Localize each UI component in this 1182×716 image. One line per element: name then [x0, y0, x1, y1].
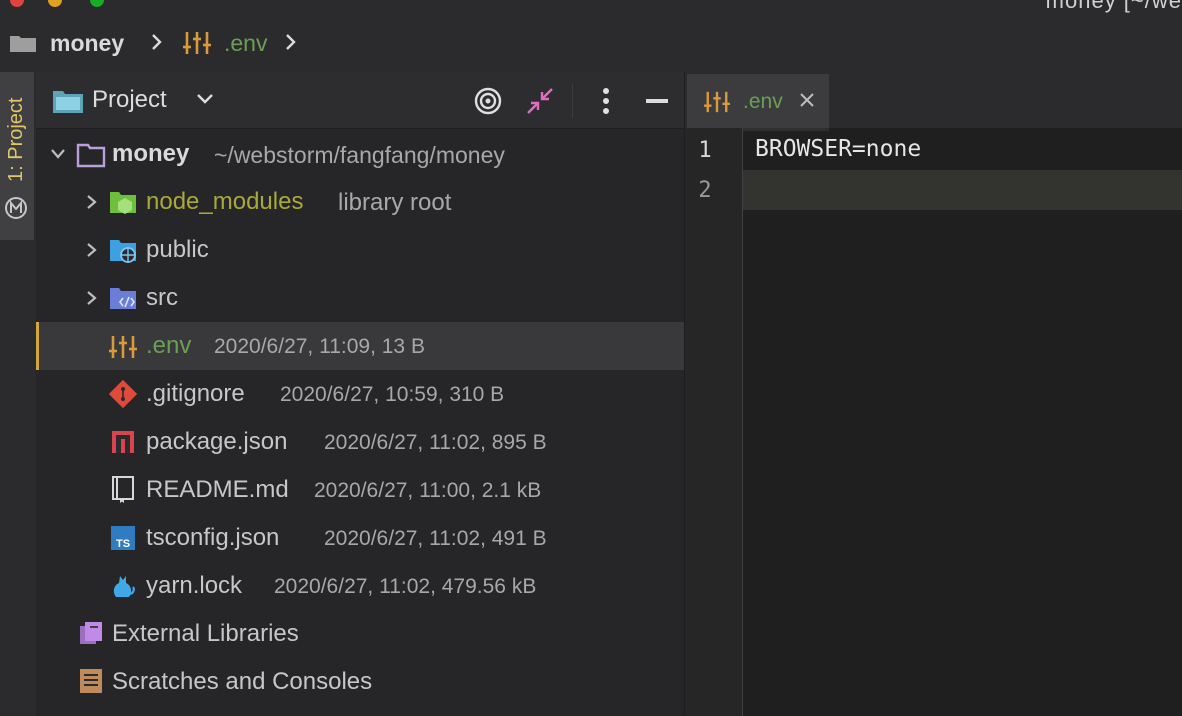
readme-book-icon	[112, 476, 134, 503]
project-panel: Project money ~/webstorm/fangfang/money …	[36, 72, 685, 716]
chevron-right-icon[interactable]	[84, 290, 100, 306]
collapse-all-icon[interactable]	[526, 87, 554, 115]
tree-item-name: node_modules	[146, 188, 304, 215]
tree-item-meta: 2020/6/27, 10:59, 310 B	[280, 383, 505, 406]
svg-text:TS: TS	[116, 538, 130, 550]
chevron-right-icon[interactable]	[84, 194, 100, 210]
git-icon	[108, 379, 138, 409]
editor-tab-bar: .env	[685, 72, 1182, 131]
tree-root-name: money	[112, 140, 190, 167]
external-libraries-icon	[80, 622, 102, 644]
tree-item-name: Scratches and Consoles	[112, 668, 373, 695]
editor-tab-label: .env	[743, 90, 783, 113]
hide-panel-button[interactable]	[646, 99, 668, 103]
project-panel-header: Project	[36, 72, 684, 129]
tree-item-meta: 2020/6/27, 11:02, 479.56 kB	[274, 575, 537, 598]
chevron-right-icon	[286, 34, 296, 50]
library-folder-icon	[110, 192, 136, 214]
close-window-button[interactable]	[10, 0, 24, 7]
navigation-bar: money .env	[0, 14, 1182, 72]
tree-item-tsconfig[interactable]: TS tsconfig.json 2020/6/27, 11:02, 491 B	[36, 514, 684, 562]
tree-item-meta: 2020/6/27, 11:09, 13 B	[214, 335, 425, 358]
tree-item-name: yarn.lock	[146, 572, 243, 599]
tree-item-gitignore[interactable]: .gitignore 2020/6/27, 10:59, 310 B	[36, 370, 684, 418]
tree-item-name: .env	[146, 332, 192, 359]
tree-scratches-consoles[interactable]: Scratches and Consoles	[36, 658, 684, 706]
tree-external-libraries[interactable]: External Libraries	[36, 610, 684, 658]
minimize-window-button[interactable]	[48, 0, 62, 7]
folder-icon	[10, 36, 36, 52]
chevron-down-icon[interactable]	[50, 146, 66, 162]
tree-item-meta: library root	[338, 189, 452, 216]
chevron-right-icon	[152, 34, 162, 50]
tree-item-public[interactable]: public	[36, 226, 684, 274]
module-folder-icon	[76, 143, 106, 168]
tree-item-name: README.md	[146, 476, 289, 503]
env-settings-icon	[183, 32, 211, 54]
more-options-icon[interactable]	[602, 87, 610, 115]
close-icon[interactable]	[799, 92, 815, 108]
editor-area: .env 1 2 BROWSER=none	[685, 72, 1182, 716]
zoom-window-button[interactable]	[90, 0, 104, 7]
scratches-icon	[80, 669, 102, 693]
tree-item-meta: 2020/6/27, 11:00, 2.1 kB	[314, 479, 542, 502]
chevron-right-icon[interactable]	[84, 242, 100, 258]
line-number: 1	[698, 138, 712, 163]
line-number-gutter: 1 2	[685, 128, 743, 716]
header-divider	[572, 84, 573, 118]
tool-window-strip: 1: Project	[0, 72, 37, 716]
tree-item-meta: 2020/6/27, 11:02, 491 B	[324, 527, 547, 550]
window-titlebar: money [~/we	[0, 0, 1182, 14]
source-folder-icon	[110, 288, 136, 309]
tree-item-name: public	[146, 236, 209, 263]
breadcrumb-file[interactable]: .env	[224, 30, 267, 57]
env-settings-icon	[109, 336, 137, 358]
tree-item-name: External Libraries	[112, 620, 299, 647]
current-line-highlight	[685, 170, 1182, 210]
code-line[interactable]: BROWSER=none	[755, 136, 921, 162]
line-number: 2	[698, 178, 712, 203]
window-title: money [~/we	[1045, 0, 1182, 13]
panel-title[interactable]: Project	[92, 86, 167, 114]
tree-item-name: .gitignore	[146, 380, 245, 407]
tree-root-path: ~/webstorm/fangfang/money	[214, 142, 505, 168]
tree-item-src[interactable]: src	[36, 274, 684, 322]
tree-item-env[interactable]: .env 2020/6/27, 11:09, 13 B	[36, 322, 684, 370]
tree-item-node-modules[interactable]: node_modules library root	[36, 178, 684, 226]
typescript-icon: TS	[111, 526, 135, 550]
breadcrumb-root[interactable]: money	[50, 30, 124, 57]
yarn-cat-icon	[113, 576, 135, 597]
project-folder-icon	[53, 91, 83, 113]
project-tool-tab[interactable]: 1: Project	[0, 72, 34, 240]
tree-root-row[interactable]: money ~/webstorm/fangfang/money	[36, 130, 684, 178]
tree-item-meta: 2020/6/27, 11:02, 895 B	[324, 431, 547, 454]
tree-item-readme[interactable]: README.md 2020/6/27, 11:00, 2.1 kB	[36, 466, 684, 514]
tree-item-yarn-lock[interactable]: yarn.lock 2020/6/27, 11:02, 479.56 kB	[36, 562, 684, 610]
npm-icon	[112, 431, 134, 453]
web-folder-icon	[110, 240, 136, 263]
tree-item-name: package.json	[146, 428, 288, 455]
chevron-down-icon[interactable]	[196, 92, 214, 106]
structure-icon[interactable]	[4, 196, 28, 220]
project-tool-label: 1: Project	[5, 97, 27, 182]
locate-file-icon[interactable]	[474, 87, 502, 115]
tree-item-name: tsconfig.json	[146, 524, 280, 551]
tree-item-name: src	[146, 284, 178, 311]
tree-item-package-json[interactable]: package.json 2020/6/27, 11:02, 895 B	[36, 418, 684, 466]
env-settings-icon	[704, 91, 730, 113]
editor-tab-env[interactable]: .env	[687, 74, 829, 131]
